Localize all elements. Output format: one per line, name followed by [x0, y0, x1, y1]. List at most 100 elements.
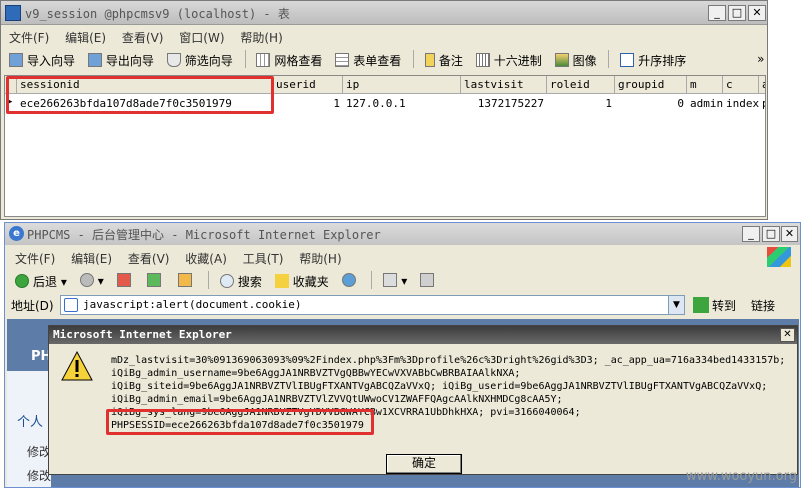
cell-groupid[interactable]: 0	[615, 95, 687, 112]
export-icon	[87, 53, 102, 67]
table-icon	[5, 5, 21, 21]
favorites-button[interactable]: 收藏夹	[271, 269, 334, 291]
menu-help[interactable]: 帮助(H)	[234, 26, 288, 46]
hex-icon	[475, 53, 490, 67]
cookie-line: iQiBg_admin_email=9be6AggJA1NRBVZTVlZVVQ…	[111, 394, 563, 405]
watermark: www.wooyun.org	[685, 469, 797, 484]
windows-flag-icon	[767, 247, 791, 267]
export-wizard-button[interactable]: 导出向导	[84, 48, 159, 70]
ie-menu-view[interactable]: 查看(V)	[122, 247, 176, 267]
toolbar-separator	[371, 271, 373, 289]
filter-wizard-button[interactable]: 筛选向导	[163, 48, 238, 70]
search-button[interactable]: 搜索	[216, 269, 267, 291]
ok-button[interactable]: 确定	[386, 454, 462, 474]
ie-title-bar[interactable]: e PHPCMS - 后台管理中心 - Microsoft Internet E…	[5, 223, 800, 245]
history-icon	[341, 273, 356, 287]
ie-menu-favorites[interactable]: 收藏(A)	[179, 247, 233, 267]
alert-title: Microsoft Internet Explorer	[53, 328, 232, 341]
links-button[interactable]: 链接	[751, 297, 775, 314]
import-wizard-button[interactable]: 导入向导	[5, 48, 80, 70]
go-button[interactable]: 转到	[691, 295, 740, 315]
toolbar-separator	[413, 50, 415, 68]
forward-button[interactable]: ▾	[76, 269, 109, 291]
column-header-m[interactable]: m	[687, 76, 723, 94]
print-button[interactable]	[416, 269, 443, 291]
mail-icon	[383, 273, 398, 287]
forward-arrow-icon	[79, 273, 94, 287]
go-arrow-icon	[693, 297, 709, 313]
form-view-button[interactable]: 表单查看	[331, 48, 406, 70]
ie-menu-help[interactable]: 帮助(H)	[293, 247, 347, 267]
cell-lastvisit[interactable]: 1372175227	[461, 95, 547, 112]
history-button[interactable]	[338, 269, 365, 291]
menu-personal[interactable]: 个人	[17, 411, 43, 430]
form-icon	[335, 53, 350, 67]
address-text: javascript:alert(document.cookie)	[83, 298, 302, 311]
maximize-button[interactable]: □	[728, 5, 746, 21]
address-input[interactable]: javascript:alert(document.cookie) ▼	[60, 295, 685, 315]
menu-edit[interactable]: 编辑(E)	[59, 26, 112, 46]
search-icon	[219, 274, 234, 288]
column-header-a[interactable]: a	[759, 76, 765, 94]
address-dropdown-icon[interactable]: ▼	[668, 296, 684, 314]
star-icon	[274, 274, 289, 288]
column-header-groupid[interactable]: groupid	[615, 76, 687, 94]
ie-title: PHPCMS - 后台管理中心 - Microsoft Internet Exp…	[27, 228, 381, 242]
menu-view[interactable]: 查看(V)	[116, 26, 170, 46]
navicat-title: v9_session @phpcmsv9 (localhost) - 表	[25, 7, 290, 21]
printer-icon	[420, 273, 435, 287]
toolbar-more-button[interactable]: »	[753, 48, 769, 70]
ie-menu-bar: 文件(F) 编辑(E) 查看(V) 收藏(A) 工具(T) 帮助(H)	[9, 247, 348, 267]
memo-button[interactable]: 备注	[421, 48, 468, 70]
cell-roleid[interactable]: 1	[547, 95, 615, 112]
home-button[interactable]	[174, 269, 201, 291]
cookie-line: iQiBg_siteid=9be6AggJA1NRBVZTVlIBUgFTXAN…	[111, 381, 768, 392]
import-icon	[9, 53, 23, 67]
cell-m[interactable]: admin	[687, 95, 723, 112]
navicat-title-bar[interactable]: v9_session @phpcmsv9 (localhost) - 表 _ □…	[1, 1, 767, 25]
cell-ip[interactable]: 127.0.0.1	[343, 95, 461, 112]
toolbar-separator	[244, 50, 246, 68]
navicat-toolbar: 导入向导 导出向导 筛选向导 网格查看 表单查看 备注 十六进制 图像 升序排序…	[5, 48, 769, 74]
alert-close-button[interactable]: ✕	[780, 328, 795, 342]
menu-window[interactable]: 窗口(W)	[173, 26, 230, 46]
column-header-userid[interactable]: userid	[273, 76, 343, 94]
menu-file[interactable]: 文件(F)	[3, 26, 55, 46]
sort-az-icon	[620, 53, 635, 67]
cell-userid[interactable]: 1	[273, 95, 343, 112]
ie-toolbar: 后退 ▾ ▾ 搜索 收藏夹 ▾	[11, 269, 443, 295]
filter-icon	[166, 53, 181, 67]
memo-icon	[424, 53, 435, 67]
toolbar-separator	[208, 271, 210, 289]
ie-menu-tools[interactable]: 工具(T)	[237, 247, 290, 267]
alert-title-bar[interactable]: Microsoft Internet Explorer ✕	[49, 326, 797, 344]
column-header-c[interactable]: c	[723, 76, 759, 94]
hex-button[interactable]: 十六进制	[472, 48, 547, 70]
cell-c[interactable]: index	[723, 95, 759, 112]
page-icon	[64, 298, 78, 312]
refresh-icon	[147, 273, 162, 287]
highlight-sessionid-box	[6, 76, 274, 114]
ie-close-button[interactable]: ✕	[781, 226, 798, 242]
ie-menu-file[interactable]: 文件(F)	[9, 247, 61, 267]
address-bar: 地址(D) javascript:alert(document.cookie) …	[5, 293, 800, 317]
mail-button[interactable]: ▾	[379, 269, 412, 291]
warning-icon	[61, 350, 93, 381]
sort-ascending-button[interactable]: 升序排序	[616, 48, 691, 70]
column-header-roleid[interactable]: roleid	[547, 76, 615, 94]
cell-a[interactable]: p	[759, 95, 765, 112]
ie-maximize-button[interactable]: □	[762, 226, 780, 242]
refresh-button[interactable]	[143, 269, 170, 291]
close-button[interactable]: ✕	[748, 5, 766, 21]
back-button[interactable]: 后退 ▾	[11, 269, 72, 291]
minimize-button[interactable]: _	[708, 5, 726, 21]
column-header-lastvisit[interactable]: lastvisit	[461, 76, 547, 94]
image-icon	[554, 53, 569, 67]
grid-view-button[interactable]: 网格查看	[252, 48, 327, 70]
navicat-menu-bar: 文件(F) 编辑(E) 查看(V) 窗口(W) 帮助(H)	[3, 26, 289, 46]
stop-button[interactable]	[113, 269, 140, 291]
image-button[interactable]: 图像	[551, 48, 602, 70]
ie-menu-edit[interactable]: 编辑(E)	[65, 247, 118, 267]
ie-minimize-button[interactable]: _	[742, 226, 760, 242]
column-header-ip[interactable]: ip	[343, 76, 461, 94]
